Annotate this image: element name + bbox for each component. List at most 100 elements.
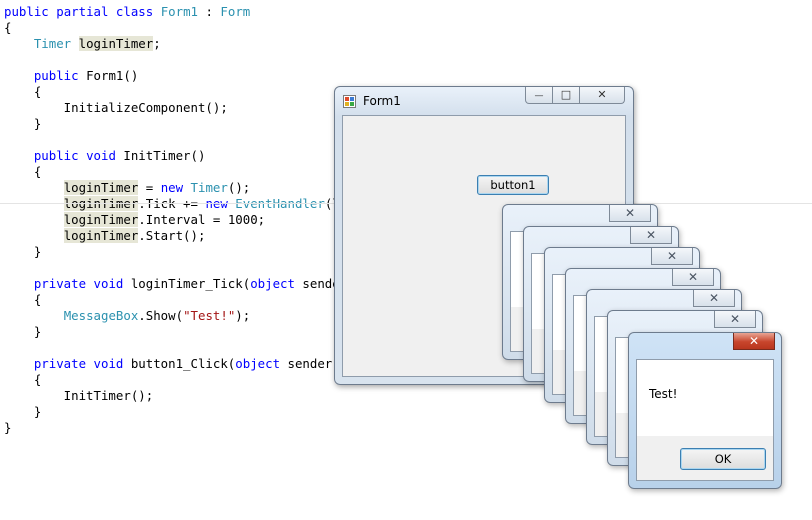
code-token: = <box>138 180 161 195</box>
code-token: loginTimer <box>63 212 139 227</box>
code-line: } <box>4 404 41 420</box>
code-token: InitTimer(); <box>4 388 154 403</box>
code-token: MessageBox <box>63 308 139 323</box>
code-token: .Show( <box>138 308 184 323</box>
code-token: { <box>4 164 42 179</box>
code-token: ); <box>235 308 251 323</box>
message-box-close-button[interactable]: ✕ <box>714 311 756 328</box>
code-token: object <box>250 276 295 291</box>
button1[interactable]: button1 <box>477 175 549 195</box>
maximize-button[interactable]: □ <box>552 87 580 104</box>
code-token: Timer <box>190 180 228 195</box>
code-token: public <box>33 68 79 83</box>
message-box-close-button[interactable]: ✕ <box>733 333 775 350</box>
close-icon: ✕ <box>729 312 741 326</box>
code-line: { <box>4 292 41 308</box>
close-icon: ✕ <box>687 270 699 284</box>
close-icon: ✕ <box>645 228 657 242</box>
code-token: void <box>93 276 124 291</box>
code-token: .Start(); <box>138 228 206 243</box>
maximize-icon: □ <box>560 88 572 101</box>
code-line: loginTimer.Interval = 1000; <box>4 212 265 228</box>
code-token: "Test!" <box>183 308 236 323</box>
code-line: Timer loginTimer; <box>4 36 161 52</box>
code-line: InitializeComponent(); <box>4 100 228 116</box>
code-line: loginTimer = new Timer(); <box>4 180 250 196</box>
code-token: object <box>235 356 281 371</box>
code-token: Form <box>220 4 251 19</box>
code-token: .Interval = 1000; <box>138 212 266 227</box>
message-box-close-button[interactable]: ✕ <box>672 269 714 286</box>
code-token: (); <box>227 180 251 195</box>
code-token: } <box>4 244 42 259</box>
code-token: Timer <box>33 36 72 51</box>
code-token: public <box>33 148 79 163</box>
minimize-button[interactable]: — <box>525 87 553 104</box>
code-token: public <box>4 4 49 19</box>
code-token: } <box>4 324 42 339</box>
code-line: public partial class Form1 : Form <box>4 4 250 20</box>
code-line: private void button1_Click(object sender… <box>4 356 362 372</box>
close-icon: ✕ <box>597 88 607 101</box>
code-token: } <box>4 404 42 419</box>
code-line: InitTimer(); <box>4 388 154 404</box>
ok-button[interactable]: OK <box>680 448 766 470</box>
code-token: { <box>4 292 42 307</box>
code-token: button1_Click( <box>123 356 236 371</box>
code-token: { <box>4 84 42 99</box>
code-line: { <box>4 20 11 36</box>
code-token: partial <box>56 4 109 19</box>
close-icon: ✕ <box>666 249 678 263</box>
code-line: { <box>4 372 41 388</box>
message-box-client: Test! OK <box>636 359 774 481</box>
code-token: loginTimer <box>78 36 154 51</box>
code-token: ; <box>153 36 161 51</box>
code-line: loginTimer.Tick += new EventHandler(logi… <box>4 196 370 212</box>
code-token: loginTimer <box>63 180 139 195</box>
code-line: public void InitTimer() <box>4 148 206 164</box>
close-icon: ✕ <box>708 291 720 305</box>
code-token: class <box>115 4 154 19</box>
code-token: private <box>33 356 87 371</box>
code-token: loginTimer_Tick( <box>123 276 251 291</box>
code-token: { <box>4 372 42 387</box>
code-line: MessageBox.Show("Test!"); <box>4 308 251 324</box>
code-token: } <box>4 116 42 131</box>
code-line: { <box>4 84 41 100</box>
code-token: void <box>86 148 116 163</box>
minimize-icon: — <box>534 91 544 101</box>
code-token: private <box>33 276 87 291</box>
code-line: } <box>4 420 11 436</box>
code-line: public Form1() <box>4 68 138 84</box>
code-line: loginTimer.Start(); <box>4 228 205 244</box>
code-line: private void loginTimer_Tick(object send… <box>4 276 355 292</box>
close-button[interactable]: ✕ <box>579 87 625 104</box>
code-token: Form1() <box>78 68 139 83</box>
message-box-active[interactable]: ✕ Test! OK <box>628 332 782 489</box>
message-box-close-button[interactable]: ✕ <box>630 227 672 244</box>
code-token: loginTimer <box>63 228 139 243</box>
code-token: { <box>4 20 12 35</box>
form1-title: Form1 <box>363 94 401 108</box>
message-box-close-button[interactable]: ✕ <box>609 205 651 222</box>
code-token: void <box>93 356 124 371</box>
form-app-icon <box>343 95 356 108</box>
code-line: } <box>4 116 41 132</box>
message-box-close-button[interactable]: ✕ <box>693 290 735 307</box>
code-line: { <box>4 164 41 180</box>
message-box-close-button[interactable]: ✕ <box>651 248 693 265</box>
